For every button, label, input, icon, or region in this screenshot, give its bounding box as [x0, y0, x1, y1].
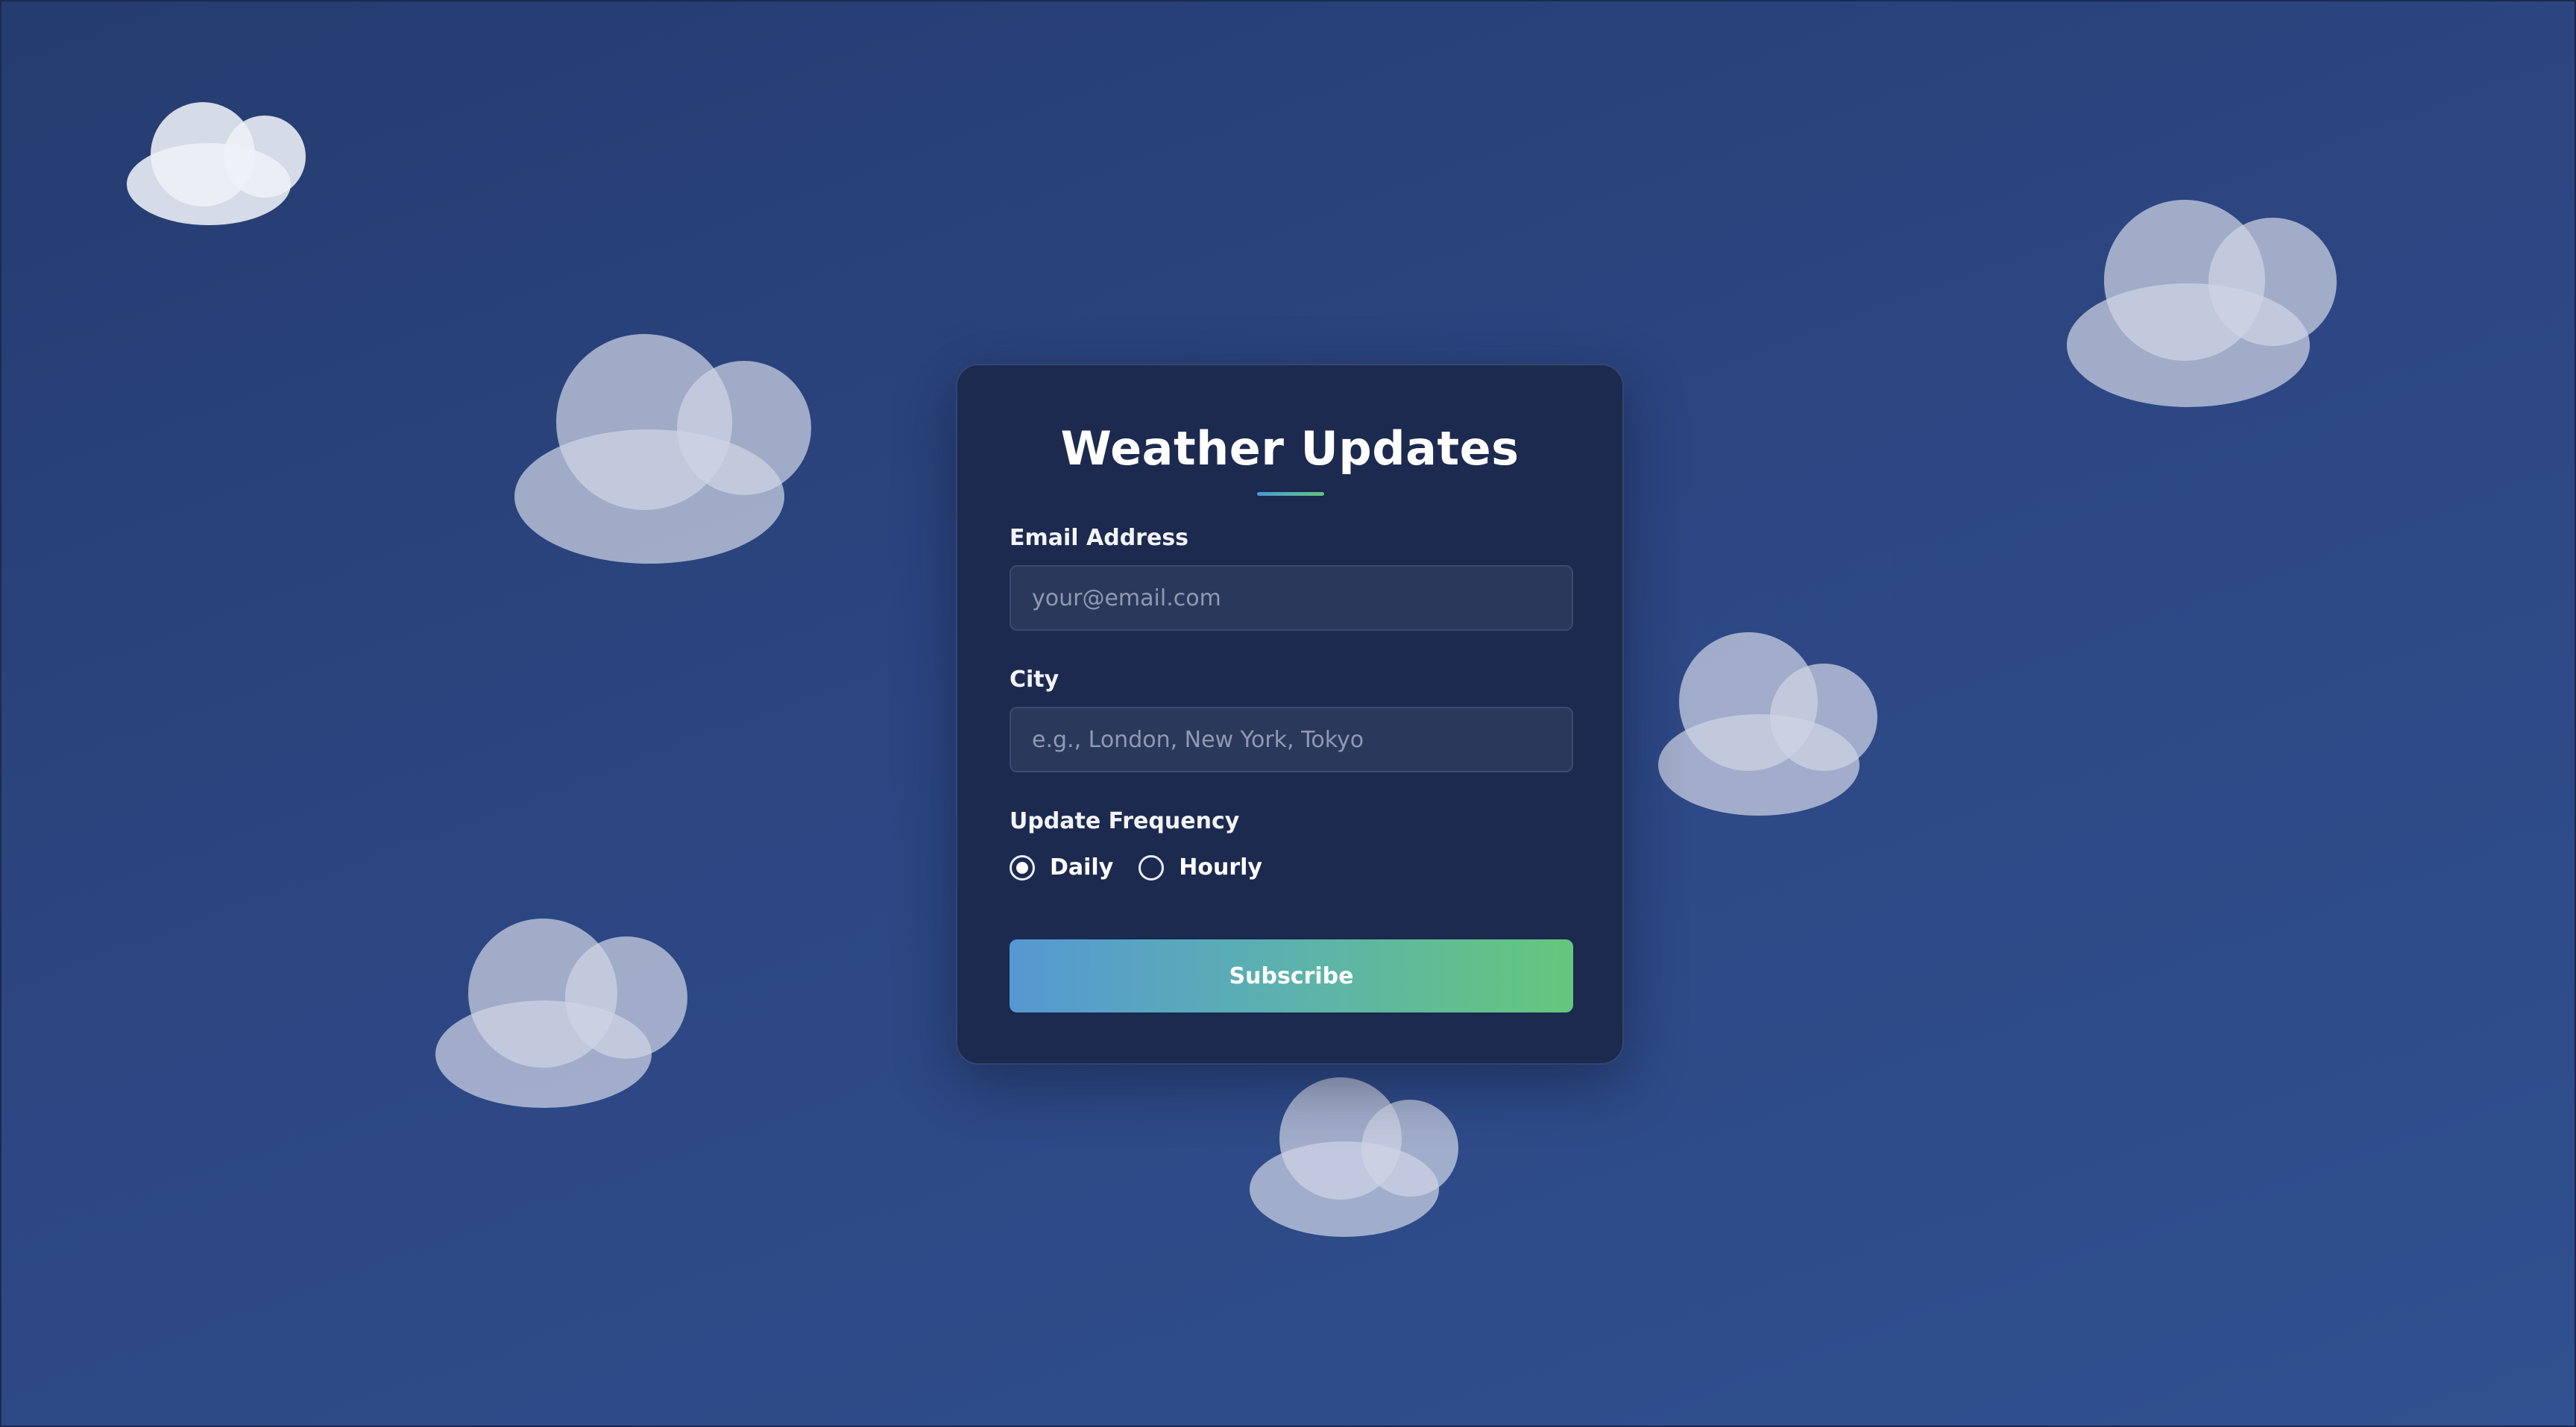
- email-input[interactable]: [1010, 565, 1573, 631]
- page-background: { "form": { "title": "Weather Updates", …: [0, 0, 2576, 1427]
- frequency-radio-group: Daily Hourly: [1010, 851, 1288, 884]
- email-label: Email Address: [1010, 525, 1189, 551]
- radio-label-daily: Daily: [1050, 854, 1114, 881]
- radio-label-hourly: Hourly: [1179, 854, 1262, 881]
- city-label: City: [1010, 667, 1059, 693]
- radio-option-daily[interactable]: Daily: [1010, 853, 1113, 883]
- cloud-icon: [435, 919, 687, 1108]
- frequency-label: Update Frequency: [1010, 808, 1240, 834]
- cloud-icon: [2067, 200, 2337, 407]
- subscribe-button[interactable]: Subscribe: [1010, 939, 1573, 1012]
- title-underline: [1257, 492, 1324, 496]
- city-input[interactable]: [1010, 707, 1573, 772]
- cloud-icon: [514, 334, 811, 564]
- weather-subscription-card: Weather Updates Email Address City Updat…: [956, 364, 1624, 1065]
- radio-hourly[interactable]: [1139, 855, 1165, 881]
- card-title: Weather Updates: [1060, 421, 1520, 476]
- cloud-icon: [127, 102, 306, 225]
- cloud-icon: [1250, 1077, 1458, 1237]
- cloud-icon: [1658, 632, 1877, 816]
- radio-daily[interactable]: [1010, 855, 1035, 881]
- radio-option-hourly[interactable]: Hourly: [1139, 853, 1262, 883]
